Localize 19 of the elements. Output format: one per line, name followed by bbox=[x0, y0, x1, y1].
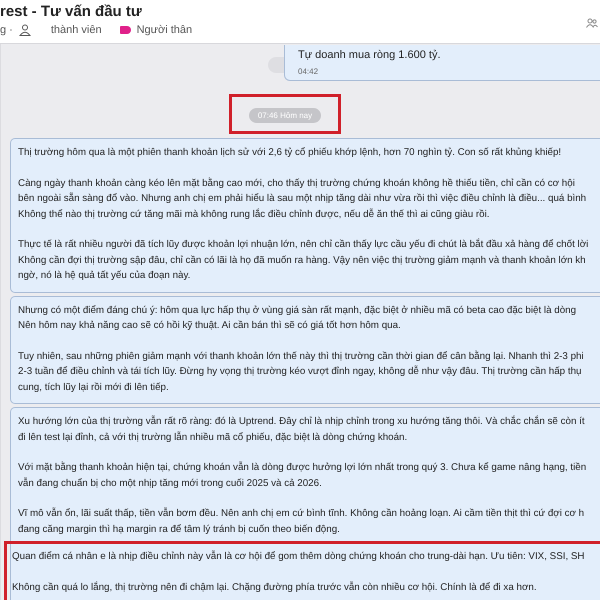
message-paragraph: Thị trường hôm qua là một phiên thanh khoản lịch sử với 2,6 tỷ cổ phiếu khớp lệnh, hơn 70 nghìn tỷ. Con số rất khủng khiếp! bbox=[18, 146, 562, 160]
message-paragraph: Nhưng có một điểm đáng chú ý: hôm qua lực hấp thụ ở vùng giá sàn rất mạnh, đặc biệt ở nhiều mã có beta cao đặc biệt là dòng Nên hôm nay khả năng cao sẽ có hồi kỹ thuật. Ai cần bán thì sẽ có giá tốt hơn hôm qua. bbox=[18, 304, 578, 333]
message-paragraph: Không cần quá lo lắng, thị trường nên đi chậm lại. Chặng đường phía trước vẫn còn nhiều cơ hội. Chính là để đi xa hơn. bbox=[12, 580, 538, 594]
message-text: Tự doanh mua ròng 1.600 tỷ. bbox=[298, 49, 442, 61]
message-paragraph: Quan điểm cá nhân e là nhịp điều chỉnh này vẫn là cơ hội để gom thêm dòng chứng khoán cho trung-dài hạn. Ưu tiên: VIX, SSI, SH bbox=[12, 550, 586, 564]
message-paragraph: Với mặt bằng thanh khoản hiện tại, chứng khoán vẫn là dòng được hưởng lợi lớn nhất trong quý 3. Chưa kể game nâng hạng, tiền vẫn đang chuẩn bị cho một nhịp tăng mới trong cuối 2025 và cả 2026. bbox=[18, 460, 588, 490]
message-paragraph: Càng ngày thanh khoản càng kéo lên mặt bằng cao mới, cho thấy thị trường chứng khoán không hề thiếu tiền, chỉ cần có cơ hội bên ngoài sẵn sàng đổ vào. Nhưng anh chị em phải hiểu là sau một nhịp tăng dài như vừa rồi thì việc điều chỉnh là điều... quá bình Không thể nào thị trường cứ tăng mãi mà không rung lắc điều chỉnh được, nếu dễ ăn thế thì ai cũng giàu rồi. bbox=[18, 176, 588, 222]
message-paragraph: Vĩ mô vẫn ổn, lãi suất thấp, tiền vẫn bơm đều. Nên anh chị em cứ bình tĩnh. Không cần hoảng loạn. Ai cầm tiền thịt thì cứ đợi cơ h đang căng margin thì hạ margin ra để tâm lý tránh bị cuốn theo biến động. bbox=[18, 506, 586, 536]
subtitle-text: g · bbox=[0, 23, 13, 38]
message-time: 04:42 bbox=[298, 67, 320, 76]
message-paragraph: Xu hướng lớn của thị trường vẫn rất rõ ràng: đó là Uptrend. Đây chỉ là nhịp chỉnh trong xu hướng tăng thôi. Và chắc chắn sẽ còn ít đi lên test lại đỉnh, cả với thị trường lẫn nhiều mã cổ phiếu, đặc biệt là dòng chứng khoán. bbox=[18, 414, 586, 444]
message-paragraph: Thực tế là rất nhiều người đã tích lũy được khoản lợi nhuận lớn, nên chỉ cần thấy lực cầu yếu đi chút là bắt đầu xả hàng để chốt lời Không cần đợi thị trường sập đâu, chỉ cần có lãi là họ đã muốn ra hàng. Vậy nên việc thị trường giảm mạnh và thanh khoản lớn kh ngờ, nó là hệ quả tất yếu của đoạn này. bbox=[18, 238, 590, 283]
chat-title: rest - Tư vấn đầu tư bbox=[0, 2, 143, 22]
time-divider: 07:46 Hôm nay bbox=[248, 108, 322, 123]
message-paragraph: Tuy nhiên, sau những phiên giảm mạnh với thanh khoản lớn thế này thì thị trường cần thời gian để cân bằng lại. Nhanh thì 2-3 phi 2-3 tuần để điều chỉnh và tái tích lũy. Đừng hy vọng thị trường kéo vượt đỉnh ngay, không dễ như vậy đâu. Thị trường cần hấp thụ cung, tích lũy lại rồi mới đi lên tiếp. bbox=[18, 350, 585, 394]
group-icon[interactable] bbox=[586, 18, 598, 28]
person-icon bbox=[18, 24, 31, 36]
tag-label: Người thân bbox=[136, 23, 192, 38]
members-label: thành viên bbox=[50, 23, 102, 38]
